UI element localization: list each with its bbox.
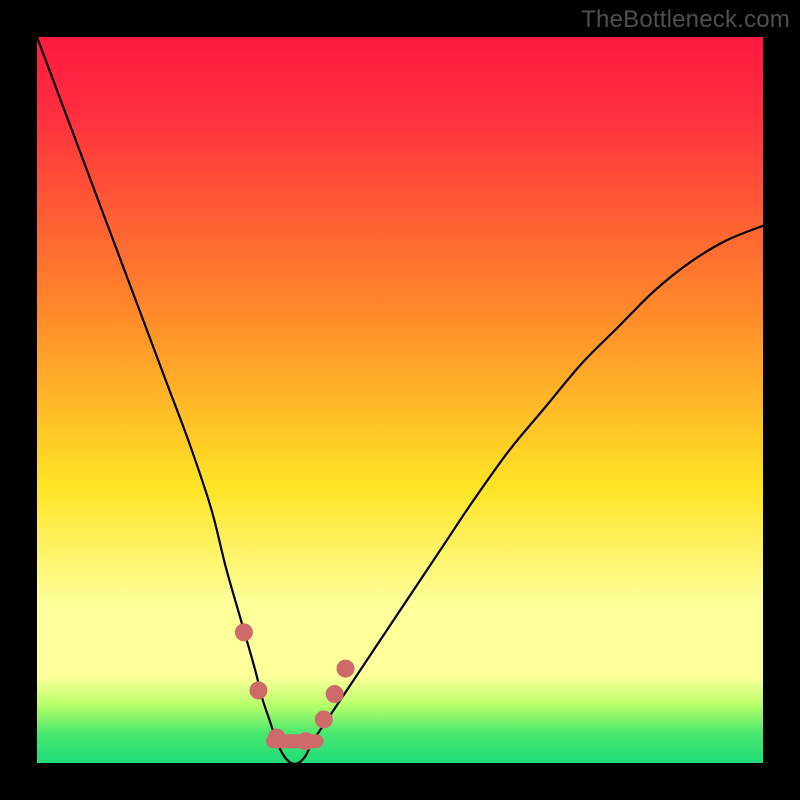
- data-marker: [326, 685, 344, 703]
- data-marker: [315, 710, 333, 728]
- watermark-text: TheBottleneck.com: [581, 6, 790, 34]
- chart-frame: TheBottleneck.com: [0, 0, 800, 800]
- chart-plot-area: [37, 37, 763, 763]
- data-marker: [249, 681, 267, 699]
- data-marker: [268, 729, 286, 747]
- chart-svg: [37, 37, 763, 763]
- data-marker: [337, 660, 355, 678]
- data-markers: [235, 623, 355, 750]
- data-marker: [235, 623, 253, 641]
- bottleneck-curve: [37, 37, 763, 764]
- data-marker: [297, 732, 315, 750]
